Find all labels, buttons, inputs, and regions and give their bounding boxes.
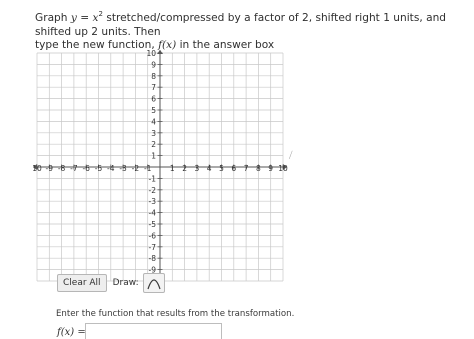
y-tick-label: 4 (151, 117, 156, 126)
x-tick-label: 2 (182, 164, 187, 173)
x-tick-label: -3 (119, 164, 127, 173)
y-tick-label: 9 (151, 60, 156, 69)
prompt-text: Graph (35, 12, 71, 24)
x-tick-label: 5 (219, 164, 224, 173)
clear-all-button[interactable]: Clear All (57, 274, 107, 292)
x-tick-label: 4 (207, 164, 212, 173)
y-tick-label: 7 (151, 83, 156, 92)
y-tick-label: -5 (149, 220, 157, 229)
y-tick-label: -8 (149, 254, 157, 263)
y-tick-label: -7 (149, 243, 157, 252)
x-tick-label: 7 (244, 164, 249, 173)
y-tick-label: 5 (151, 106, 156, 115)
math-equals: = (76, 12, 93, 24)
y-tick-label: 10 (146, 49, 156, 58)
y-tick-label: -3 (149, 197, 157, 206)
parabola-icon (147, 279, 161, 290)
y-tick-label: -1 (149, 174, 157, 183)
x-tick-label: -9 (46, 164, 54, 173)
x-tick-label: 10 (32, 164, 42, 173)
y-tick-label: 2 (151, 140, 156, 149)
y-axis-arrow-up-icon (157, 50, 163, 54)
x-tick-label: -1 (144, 164, 152, 173)
y-tick-label: -4 (149, 209, 157, 218)
x-tick-label: 8 (256, 164, 261, 173)
y-tick-label: 1 (151, 152, 156, 161)
graph-toolbar: Clear All Draw: (57, 273, 165, 293)
y-tick-label: 3 (151, 129, 156, 138)
parabola-tool-button[interactable] (142, 273, 165, 293)
x-tick-label: 1 (170, 164, 175, 173)
draw-label: Draw: (112, 278, 139, 288)
x-tick-label: 3 (195, 164, 200, 173)
answer-label: f(x) = (57, 327, 86, 338)
x-tick-label: -6 (82, 164, 90, 173)
y-tick-label: -2 (149, 186, 157, 195)
answer-instructions: Enter the function that results from the… (56, 309, 295, 319)
x-tick-label: 10 (278, 164, 288, 173)
y-tick-label: 8 (151, 72, 156, 81)
x-tick-label: -7 (70, 164, 78, 173)
x-tick-label: -2 (132, 164, 140, 173)
answer-input[interactable] (85, 323, 222, 339)
x-tick-label: -8 (58, 164, 66, 173)
x-tick-label: 6 (231, 164, 236, 173)
x-tick-label: -4 (107, 164, 115, 173)
y-tick-label: 6 (151, 95, 156, 104)
coordinate-graph[interactable]: 10 -9 -8 -7 -6 -5 -4 -3 -2 -1 1 2 3 4 5 6 7 8 9 10 12345678… (32, 44, 290, 286)
y-tick-label: -6 (149, 231, 157, 240)
x-tick-label: -5 (95, 164, 103, 173)
x-tick-label: 9 (268, 164, 273, 173)
